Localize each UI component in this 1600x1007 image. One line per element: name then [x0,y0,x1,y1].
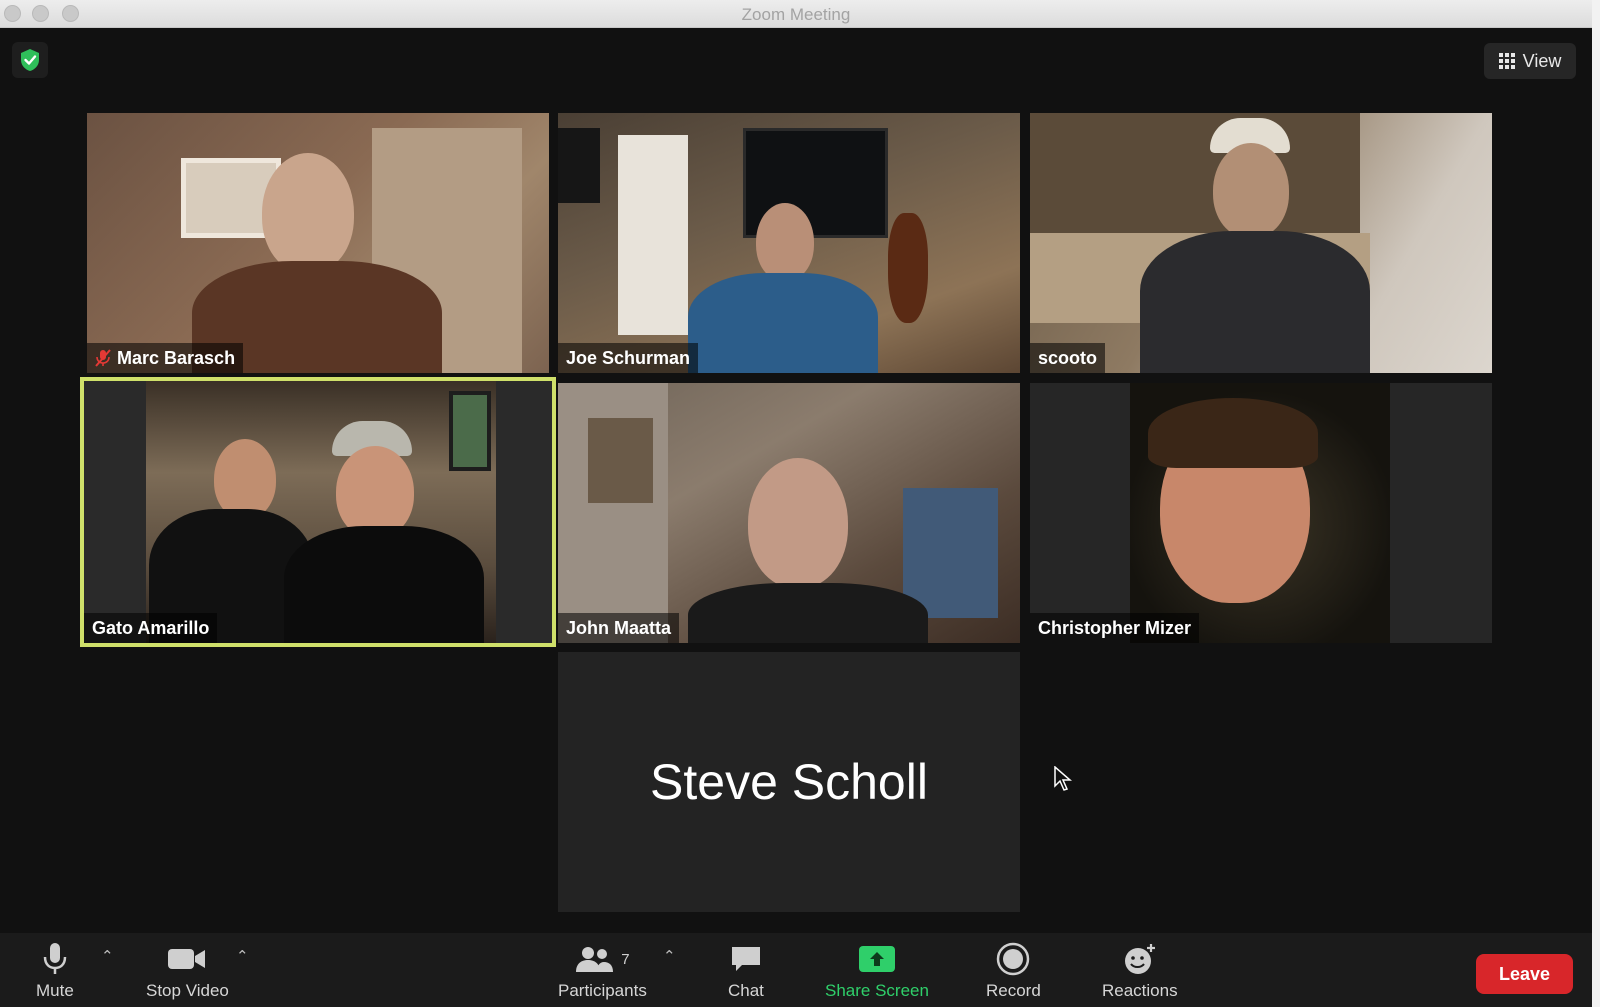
stop-video-label: Stop Video [146,981,229,1000]
title-bar: Zoom Meeting [0,0,1592,28]
participant-body [284,526,484,643]
participant-name-display: Steve Scholl [650,754,928,810]
video-tile[interactable]: Christopher Mizer [1030,383,1492,643]
smiley-plus-icon [1122,941,1158,977]
leave-meeting-button[interactable]: Leave [1476,954,1573,994]
participants-label: Participants [558,981,647,1000]
view-button[interactable]: View [1484,43,1576,79]
chat-button[interactable]: Chat [728,941,764,1001]
participant-hair [1148,398,1318,468]
participant-body [688,273,878,373]
video-tile-active-speaker[interactable]: Gato Amarillo [80,377,556,647]
zoom-window: Zoom Meeting View Marc Barasch Joe Schur… [0,0,1592,1007]
share-screen-label: Share Screen [825,981,929,1000]
video-camera-icon [167,941,207,977]
participant-name-tag: Christopher Mizer [1030,613,1200,643]
microphone-icon [42,941,68,977]
chat-label: Chat [728,981,764,1000]
participant-body [688,583,928,643]
participant-name-tag: scooto [1030,343,1106,373]
cello [888,213,928,323]
mute-label: Mute [36,981,74,1000]
video-tile[interactable]: scooto [1030,113,1492,373]
participant-name: Gato Amarillo [92,617,210,638]
participant-name: John Maatta [566,617,672,638]
view-label: View [1522,50,1562,71]
participants-icon: 7 [575,941,630,977]
mute-button[interactable]: Mute [36,941,74,1001]
participants-count: 7 [621,950,630,968]
participant-name: scooto [1038,347,1098,368]
security-shield-icon[interactable] [12,42,48,78]
share-screen-icon [858,941,896,977]
muted-mic-icon [95,349,111,367]
reactions-button[interactable]: Reactions [1102,941,1178,1001]
participant-name: Joe Schurman [566,347,691,368]
video-tile[interactable]: John Maatta [558,383,1020,643]
participant-face [756,203,814,281]
reactions-label: Reactions [1102,981,1178,1000]
participant-face [1213,143,1289,238]
participant-face [262,153,354,273]
video-tile[interactable]: Joe Schurman [558,113,1020,373]
wall-painting [449,391,491,471]
participant-face [214,439,276,519]
audio-options-chevron-up-icon[interactable]: ⌃ [101,947,114,965]
background-window-edge [1592,0,1600,1007]
participants-button[interactable]: 7 Participants [558,941,647,1001]
chat-bubble-icon [730,941,762,977]
wall-painting [588,418,653,503]
video-tile[interactable]: Marc Barasch [87,113,549,373]
bookshelf [1030,113,1360,233]
video-options-chevron-up-icon[interactable]: ⌃ [236,947,249,965]
wall-painting [903,488,998,618]
record-icon [996,941,1030,977]
video-off-tile[interactable]: Steve Scholl [558,652,1020,912]
participant-name-tag: Marc Barasch [87,343,244,373]
record-button[interactable]: Record [986,941,1041,1001]
share-screen-button[interactable]: Share Screen [825,941,929,1001]
participant-face [748,458,848,588]
meeting-toolbar: Mute ⌃ Stop Video ⌃ 7 Participants ⌃ Cha… [0,933,1592,1007]
stop-video-button[interactable]: Stop Video [146,941,229,1001]
grid-view-icon [1498,53,1515,69]
participant-name-tag: John Maatta [558,613,680,643]
participant-name-tag: Joe Schurman [558,343,699,373]
participant-name-tag: Gato Amarillo [84,613,218,643]
bookshelf [618,135,688,335]
record-label: Record [986,981,1041,1000]
participant-name: Marc Barasch [117,347,236,368]
mouse-cursor-icon [1054,765,1073,797]
participant-name: Christopher Mizer [1038,617,1192,638]
monitor [558,128,600,203]
participant-face [336,446,414,538]
window-title: Zoom Meeting [741,5,851,24]
participant-body [1140,231,1370,373]
participants-options-chevron-up-icon[interactable]: ⌃ [663,947,676,965]
